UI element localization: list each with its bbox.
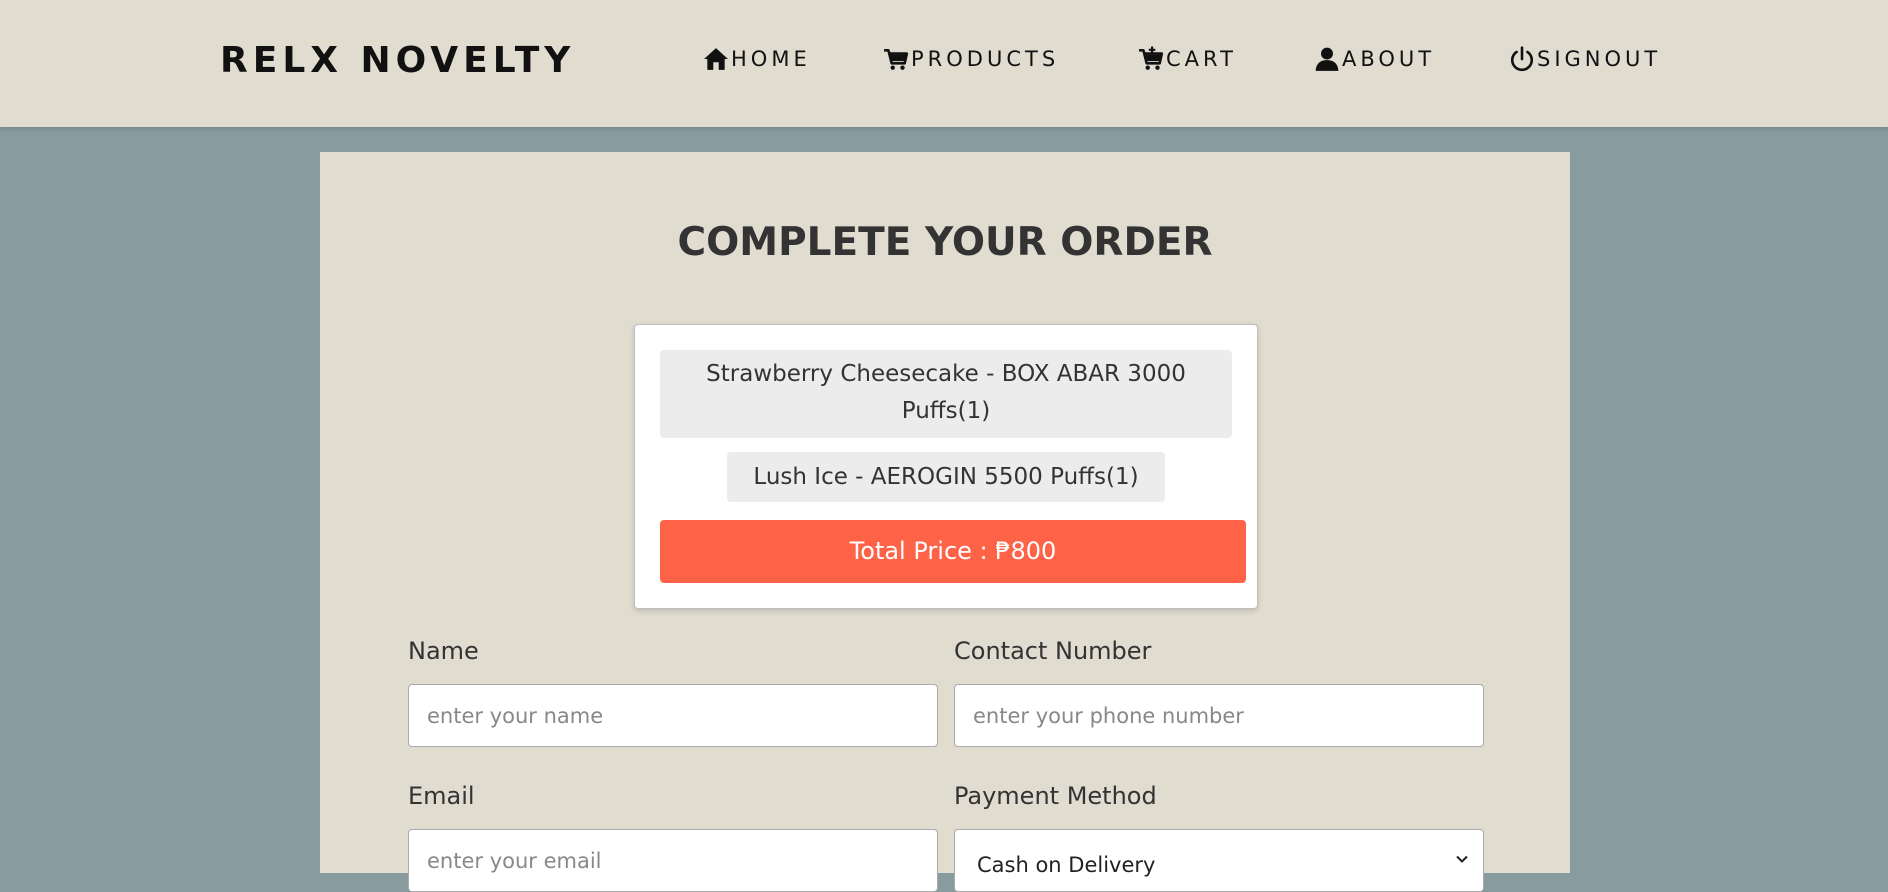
page-title: COMPLETE YOUR ORDER (677, 220, 1213, 265)
user-icon (1315, 47, 1339, 71)
name-input[interactable] (408, 684, 938, 747)
nav-products[interactable]: PRODUCTS (883, 46, 1059, 72)
nav-about[interactable]: ABOUT (1314, 46, 1435, 72)
cart-plus-icon (1139, 46, 1164, 70)
payment-method-label: Payment Method (954, 782, 1157, 810)
email-input[interactable] (408, 829, 938, 892)
contact-number-label: Contact Number (954, 637, 1152, 665)
nav-products-label: PRODUCTS (911, 47, 1060, 71)
site-header: RELX NOVELTY HOME PRODUCTS CART ABOUT SI… (0, 0, 1888, 127)
nav-about-label: ABOUT (1342, 47, 1436, 71)
email-label: Email (408, 782, 475, 810)
total-price: Total Price : ₱800 (660, 520, 1246, 583)
order-item: Strawberry Cheesecake - BOX ABAR 3000 Pu… (660, 350, 1232, 438)
order-summary: Strawberry Cheesecake - BOX ABAR 3000 Pu… (634, 324, 1258, 609)
payment-method-select[interactable]: Cash on Delivery (954, 829, 1484, 892)
nav-home[interactable]: HOME (703, 46, 811, 72)
cart-icon (884, 49, 909, 70)
nav-signout[interactable]: SIGNOUT (1509, 46, 1661, 72)
contact-number-input[interactable] (954, 684, 1484, 747)
site-logo[interactable]: RELX NOVELTY (220, 40, 575, 81)
nav-cart[interactable]: CART (1138, 46, 1237, 72)
nav-signout-label: SIGNOUT (1537, 47, 1662, 71)
nav-home-label: HOME (731, 47, 811, 71)
home-icon (704, 48, 728, 70)
nav-cart-label: CART (1166, 47, 1237, 71)
checkout-panel: COMPLETE YOUR ORDER Strawberry Cheesecak… (320, 152, 1570, 892)
order-item: Lush Ice - AEROGIN 5500 Puffs(1) (727, 452, 1165, 502)
name-label: Name (408, 637, 479, 665)
power-icon (1510, 46, 1534, 72)
chevron-down-icon (1456, 855, 1468, 863)
